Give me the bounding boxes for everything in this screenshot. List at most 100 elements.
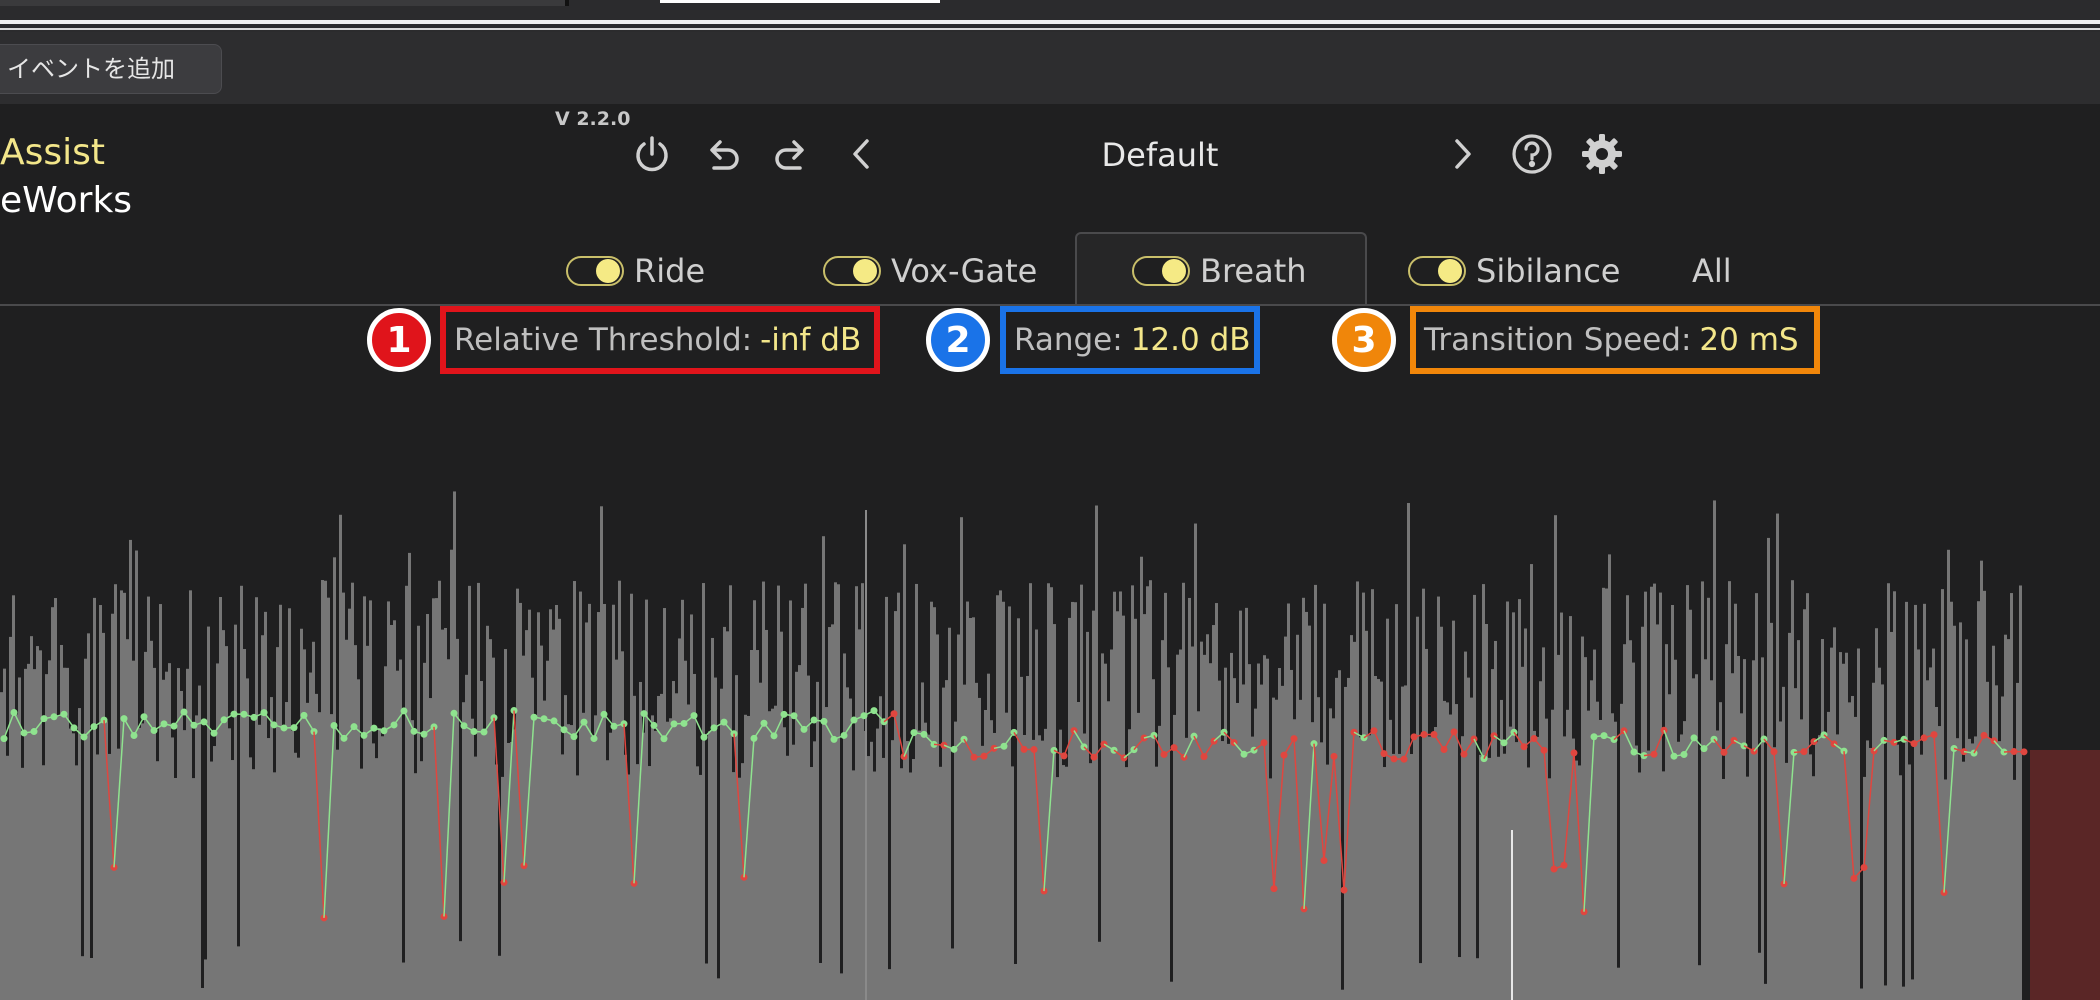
tab-all[interactable]: All [1692,246,1732,296]
gain-node[interactable] [900,753,908,761]
waveform-bar [1485,623,1488,1000]
gain-node[interactable] [770,732,778,740]
waveform-bar [291,730,294,1000]
waveform-bar [873,771,876,1000]
waveform-bar [1161,640,1164,1000]
waveform-bar [726,631,729,1000]
waveform-bar [1437,596,1440,1000]
tab-ride[interactable]: Ride [566,246,705,296]
waveform-bar [1953,625,1956,1000]
waveform-bar [312,641,315,1000]
waveform-bar [1389,719,1392,1000]
waveform-bar [30,636,33,1000]
breath-toggle[interactable] [1132,256,1190,286]
add-event-button[interactable]: イベントを追加 [0,44,222,94]
waveform-bar [120,590,123,1000]
gain-node[interactable] [1070,727,1078,735]
waveform-bar [480,681,483,1000]
host-scroll-thumb[interactable] [660,0,940,3]
gain-node[interactable] [1060,752,1068,760]
host-event-bar: イベントを追加 [0,32,2100,104]
waveform-bar [1932,648,1935,1000]
waveform-bar [234,624,237,1000]
vox-gate-toggle[interactable] [823,256,881,286]
waveform-bar [501,776,504,1000]
gain-node[interactable] [590,735,598,743]
waveform-bar [1059,729,1062,1000]
waveform-bar [1878,667,1881,1000]
param-label: Transition Speed: [1424,322,1692,358]
tab-sibilance[interactable]: Sibilance [1408,246,1620,296]
gain-node[interactable] [2020,748,2028,756]
waveform-bar [1698,965,1701,1000]
waveform-bar [87,633,90,1000]
preset-name[interactable]: Default [1060,130,1260,180]
waveform-bar [1260,684,1263,1000]
waveform-bar [1002,601,1005,1000]
next-preset-icon[interactable] [1436,128,1488,180]
waveform-bar [1815,742,1818,1000]
tab-breath[interactable]: Breath [1132,246,1307,296]
waveform-bar [717,978,720,1000]
gain-node[interactable] [1980,731,1988,739]
undo-icon[interactable] [696,128,748,180]
waveform-bar [1704,659,1707,1000]
waveform-bar [1995,685,1998,1000]
waveform-bar [1056,777,1059,1000]
waveform-bar [1737,655,1740,1000]
gain-node[interactable] [960,735,968,743]
waveform-bar [1635,745,1638,1000]
gain-node[interactable] [380,727,388,735]
waveform-bar [240,585,243,1000]
range-readout[interactable]: Range: 12.0 dB [1000,306,1260,374]
transition-speed-readout[interactable]: Transition Speed: 20 mS [1410,306,1820,374]
waveform-bar [939,766,942,1000]
gain-node[interactable] [820,717,828,725]
waveform-bar [1845,652,1848,1000]
gain-node[interactable] [1480,755,1488,763]
gain-node[interactable] [860,712,868,720]
ride-toggle[interactable] [566,256,624,286]
waveform-bar [690,614,693,1000]
redo-icon[interactable] [766,128,818,180]
tab-label: Sibilance [1476,252,1621,290]
gain-node[interactable] [580,718,588,726]
waveform-bar [921,682,924,1000]
waveform-bar [1179,649,1182,1000]
gain-node[interactable] [1400,755,1408,763]
waveform-bar [321,580,324,1000]
waveform-bar [1605,588,1608,1000]
settings-icon[interactable] [1576,128,1628,180]
sibilance-toggle[interactable] [1408,256,1466,286]
power-icon[interactable] [626,128,678,180]
waveform-bar [615,659,618,1000]
waveform-display[interactable] [0,380,2100,1000]
tab-vox-gate[interactable]: Vox-Gate [823,246,1037,296]
waveform-bar [675,693,678,1000]
waveform-bar [402,962,405,1000]
waveform-bar [1146,586,1149,1000]
relative-threshold-readout[interactable]: Relative Threshold: -inf dB [440,306,880,374]
waveform-bar [216,663,219,1000]
gain-node[interactable] [1440,745,1448,753]
waveform-bar [942,687,945,1000]
gain-node[interactable] [710,724,718,732]
waveform-bar [459,941,462,1000]
waveform-bar [1782,686,1785,1000]
waveform-bar [570,725,573,1000]
gain-node[interactable] [1100,740,1108,748]
help-icon[interactable] [1506,128,1558,180]
waveform-bar [1740,713,1743,1000]
waveform-bar [951,948,954,1000]
waveform-bar [1506,601,1509,1000]
gain-node[interactable] [1650,750,1658,758]
prev-preset-icon[interactable] [836,128,888,180]
waveform-bar [987,673,990,1000]
waveform-bar [1743,659,1746,1000]
gain-node[interactable] [120,715,128,723]
waveform-bar [1119,591,1122,1000]
waveform-bar [1671,604,1674,1000]
waveform-bar [288,608,291,1000]
waveform-bar [102,632,105,1000]
waveform-bar [639,681,642,1000]
